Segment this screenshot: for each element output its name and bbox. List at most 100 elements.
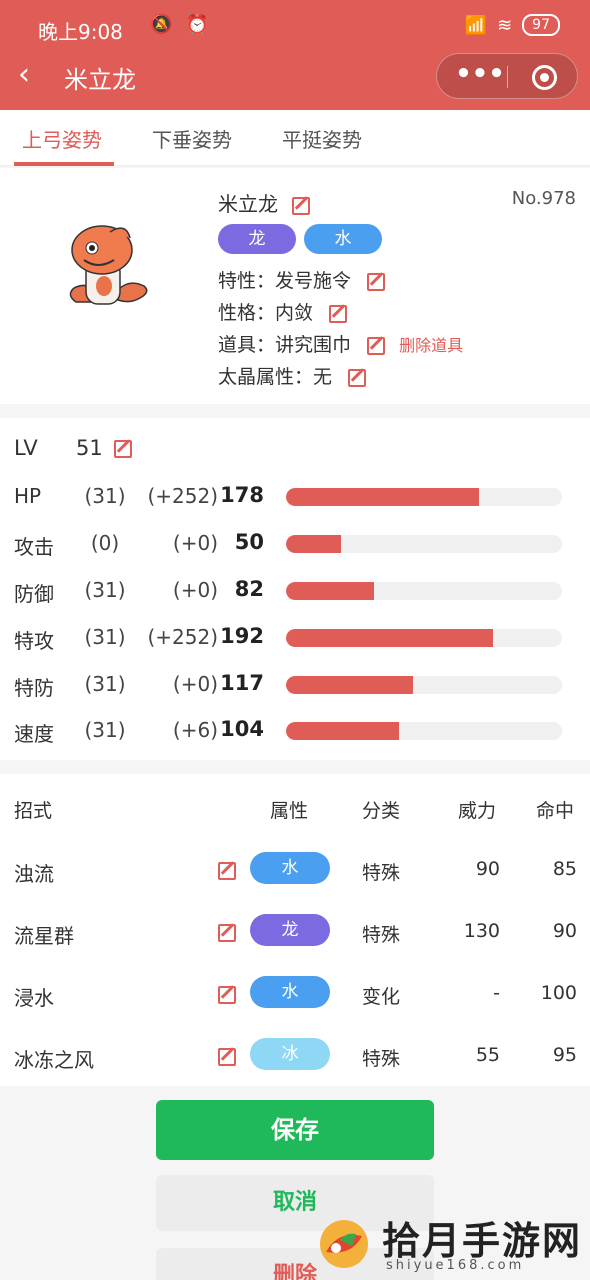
stats-card: LV 51 HP (31) (+252) 178 攻击 (0) (+0) 50 …	[0, 418, 590, 760]
item-row: 道具：讲究围巾 删除道具	[218, 330, 463, 357]
wifi-icon: ≋	[497, 14, 513, 36]
stat-row-sp-attack: 特攻 (31) (+252) 192	[0, 617, 590, 657]
move-category: 特殊	[362, 862, 401, 884]
stat-bar	[286, 676, 562, 694]
tera-type-row: 太晶属性：无	[218, 362, 367, 389]
edit-move-icon[interactable]	[218, 924, 236, 942]
moves-header-category: 分类	[362, 800, 401, 822]
stat-value: 117	[220, 671, 264, 695]
edit-move-icon[interactable]	[218, 862, 236, 880]
moves-header-power: 威力	[458, 800, 497, 822]
pokemon-name: 米立龙	[218, 192, 278, 216]
stat-bar-fill	[286, 722, 400, 740]
save-button[interactable]: 保存	[156, 1100, 434, 1160]
ability-row: 特性：发号施令	[218, 266, 386, 293]
stat-iv: (31)	[84, 672, 126, 696]
watermark-text: 拾月手游网	[382, 1219, 583, 1263]
stat-row-sp-defense: 特防 (31) (+0) 117	[0, 664, 590, 704]
stat-ev: (+6)	[172, 718, 218, 742]
tab-posture-3[interactable]: 平挺姿势	[282, 124, 362, 153]
tab-active-indicator	[14, 162, 114, 166]
move-row[interactable]: 冰冻之风 冰 特殊 55 95	[0, 1032, 590, 1082]
type-badge-water: 水	[304, 224, 382, 254]
nature-text: 性格：内敛	[218, 302, 314, 324]
edit-nature-icon[interactable]	[329, 304, 348, 323]
stat-bar-fill	[286, 676, 413, 694]
stat-iv: (31)	[84, 625, 126, 649]
edit-move-icon[interactable]	[218, 1048, 236, 1066]
move-row[interactable]: 浊流 水 特殊 90 85	[0, 846, 590, 896]
capsule-divider	[507, 66, 508, 88]
stat-bar-fill	[286, 629, 493, 647]
page-title: 米立龙	[64, 66, 136, 94]
stat-ev: (+252)	[147, 625, 218, 649]
stat-bar-fill	[286, 582, 375, 600]
level-label: LV	[14, 436, 38, 460]
stat-name: 速度	[14, 722, 54, 746]
battery-icon: 97	[522, 14, 560, 36]
edit-move-icon[interactable]	[218, 986, 236, 1004]
watermark-url: shiyue168.com	[386, 1258, 525, 1273]
nature-row: 性格：内敛	[218, 298, 348, 325]
edit-name-icon[interactable]	[292, 196, 311, 215]
status-notification-icons: 🔕 ⏰	[150, 14, 213, 35]
move-power: 90	[475, 858, 500, 880]
move-row[interactable]: 流星群 龙 特殊 130 90	[0, 908, 590, 958]
stat-ev: (+0)	[172, 672, 218, 696]
edit-level-icon[interactable]	[114, 440, 132, 458]
close-target-icon[interactable]	[532, 65, 557, 90]
move-accuracy: 90	[552, 920, 577, 942]
move-power: -	[493, 982, 500, 1004]
tab-posture-2[interactable]: 下垂姿势	[152, 124, 232, 153]
stat-bar	[286, 629, 562, 647]
stat-bar	[286, 488, 562, 506]
stat-value: 104	[220, 717, 264, 741]
move-category: 特殊	[362, 1048, 401, 1070]
pokemon-sprite	[69, 225, 148, 305]
tab-posture-1[interactable]: 上弓姿势	[22, 124, 102, 153]
move-power: 55	[475, 1044, 500, 1066]
moves-header-type: 属性	[270, 800, 309, 822]
stat-iv: (31)	[84, 484, 126, 508]
status-time: 晚上9:08	[38, 20, 123, 44]
stat-value: 50	[234, 530, 264, 554]
site-watermark: 拾月手游网 shiyue168.com	[312, 1208, 584, 1280]
stat-bar-fill	[286, 535, 342, 553]
more-dots-icon[interactable]: •••	[455, 54, 505, 100]
stat-value: 178	[220, 483, 264, 507]
stat-value: 192	[220, 624, 264, 648]
app-header: 晚上9:08 🔕 ⏰ 📶 ≋ 97 ‹ 米立龙 •••	[0, 0, 590, 110]
level-value: 51	[76, 436, 103, 460]
ability-text: 特性：发号施令	[218, 270, 352, 292]
move-category: 变化	[362, 986, 401, 1008]
move-type-badge: 龙	[250, 914, 330, 946]
stat-row-hp: HP (31) (+252) 178	[0, 476, 590, 516]
stat-ev: (+0)	[172, 578, 218, 602]
stat-name: 防御	[14, 582, 54, 606]
stat-bar	[286, 582, 562, 600]
edit-tera-type-icon[interactable]	[348, 368, 367, 387]
move-row[interactable]: 浸水 水 变化 - 100	[0, 970, 590, 1020]
move-name: 浊流	[14, 862, 54, 886]
stat-row-speed: 速度 (31) (+6) 104	[0, 710, 590, 750]
move-type-badge: 冰	[250, 1038, 330, 1070]
posture-tabs: 上弓姿势 下垂姿势 平挺姿势	[0, 110, 590, 166]
back-chevron-icon[interactable]: ‹	[18, 58, 50, 94]
moves-card: 招式 属性 分类 威力 命中 浊流 水 特殊 90 85 流星群 龙 特殊 13…	[0, 774, 590, 1086]
remove-item-link[interactable]: 删除道具	[399, 336, 463, 355]
stat-row-defense: 防御 (31) (+0) 82	[0, 570, 590, 610]
status-bar: 晚上9:08 🔕 ⏰ 📶 ≋ 97	[0, 0, 590, 50]
stat-iv: (31)	[84, 718, 126, 742]
stat-bar	[286, 535, 562, 553]
edit-ability-icon[interactable]	[367, 272, 386, 291]
move-name: 流星群	[14, 924, 74, 948]
edit-item-icon[interactable]	[367, 336, 386, 355]
pokemon-info-card: 米立龙 No.978 龙 水 特性：发号施令 性格：内敛 道具：讲究围巾 删除道…	[0, 168, 590, 404]
type-badge-dragon: 龙	[218, 224, 296, 254]
move-type-badge: 水	[250, 976, 330, 1008]
item-text: 道具：讲究围巾	[218, 334, 352, 356]
move-power: 130	[463, 920, 500, 942]
move-name: 浸水	[14, 986, 54, 1010]
tera-type-text: 太晶属性：无	[218, 366, 333, 388]
status-right-icons: 📶 ≋ 97	[465, 14, 560, 36]
